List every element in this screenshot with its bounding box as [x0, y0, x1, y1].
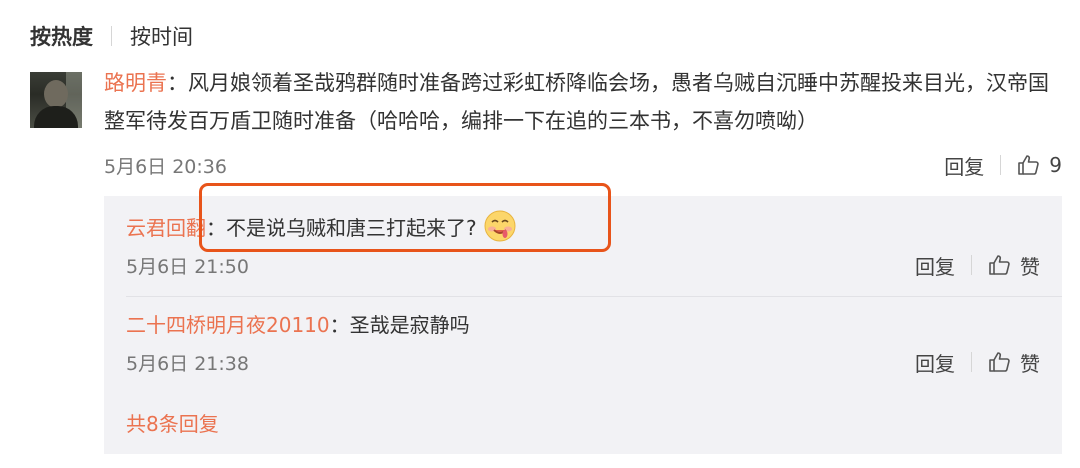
reply-item: 二十四桥明月夜20110：圣哉是寂静吗 [126, 303, 470, 343]
drooling-face-emoji-icon [484, 210, 516, 242]
sort-by-time-tab[interactable]: 按时间 [130, 21, 193, 51]
view-all-replies-link[interactable]: 共8条回复 [126, 406, 219, 438]
thumbs-up-icon [1018, 155, 1040, 175]
reply-actions: 回复 赞 [915, 249, 1040, 281]
main-comment-text: 路明青：风月娘领着圣哉鸦群随时准备跨过彩虹桥降临会场，愚者乌贼自沉睡中苏醒投来目… [104, 64, 1064, 140]
reply-separator: ： [206, 215, 226, 240]
reply-divider [126, 296, 1062, 297]
action-divider [971, 352, 972, 372]
like-label: 赞 [1020, 351, 1040, 376]
sort-bar: 按热度 按时间 [30, 18, 193, 54]
comment-username[interactable]: 路明青 [104, 71, 167, 95]
comment-body: 风月娘领着圣哉鸦群随时准备跨过彩虹桥降临会场，愚者乌贼自沉睡中苏醒投来目光，汉帝… [104, 71, 1049, 133]
reply-button[interactable]: 回复 [944, 151, 984, 180]
sort-divider [111, 26, 112, 46]
action-divider [971, 255, 972, 275]
reply-timestamp: 5月6日 21:38 [126, 352, 249, 375]
like-button[interactable]: 9 [1017, 153, 1062, 177]
reply-body: 不是说乌贼和唐三打起来了? [226, 215, 477, 240]
avatar[interactable] [30, 72, 82, 128]
reply-timestamp: 5月6日 21:50 [126, 255, 249, 278]
comment-timestamp: 5月6日 20:36 [104, 155, 227, 178]
like-button[interactable]: 赞 [988, 251, 1040, 280]
reply-button[interactable]: 回复 [915, 251, 955, 280]
reply-actions: 回复 赞 [915, 346, 1040, 378]
thumbs-up-icon [989, 352, 1010, 372]
reply-username[interactable]: 二十四桥明月夜20110 [126, 309, 330, 338]
thumbs-up-icon [989, 255, 1010, 275]
like-button[interactable]: 赞 [988, 348, 1040, 377]
like-label: 赞 [1020, 254, 1040, 279]
reply-item: 云君回翻：不是说乌贼和唐三打起来了? [126, 206, 517, 246]
sort-by-hot-tab[interactable]: 按热度 [30, 21, 93, 51]
comment-actions: 回复 9 [944, 149, 1062, 181]
action-divider [1000, 155, 1002, 175]
comment-separator: ： [167, 71, 188, 95]
reply-body: 圣哉是寂静吗 [349, 312, 470, 337]
like-count: 9 [1049, 153, 1062, 177]
reply-button[interactable]: 回复 [915, 348, 955, 377]
reply-separator: ： [329, 312, 350, 337]
reply-username[interactable]: 云君回翻 [126, 212, 206, 241]
